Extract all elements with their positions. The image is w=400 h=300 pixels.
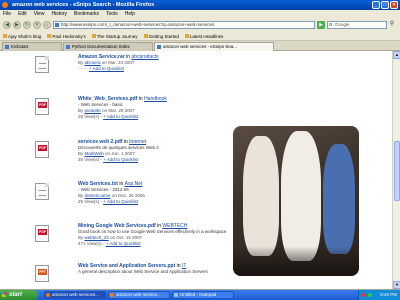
menu-tools[interactable]: Tools <box>106 10 118 18</box>
windows-flag-icon <box>2 292 7 297</box>
address-bar[interactable]: http://www.esnips.com/_t_/amazon+web+ser… <box>53 21 315 29</box>
add-to-quicklist-link[interactable]: + Add to Quicklist <box>89 66 124 71</box>
menu-file[interactable]: File <box>3 10 11 18</box>
close-button[interactable]: × <box>390 1 398 9</box>
list-item: PDF White_Web_Services.pdf in Handbook -… <box>35 96 335 128</box>
bookmark-icon <box>143 34 148 38</box>
document-icon <box>35 56 49 73</box>
site-favicon-icon <box>55 23 59 27</box>
forward-button[interactable]: ▶ <box>13 21 21 29</box>
bookmark-icon <box>47 34 52 38</box>
bookmark-item[interactable]: Paul Hedonsky's <box>47 34 86 39</box>
document-icon <box>35 183 49 200</box>
tray-icon[interactable] <box>368 293 372 297</box>
menu-view[interactable]: View <box>34 10 45 18</box>
scrollbar-thumb[interactable] <box>394 141 400 201</box>
tab-esnips-search[interactable]: amazon web services - eSnips Sea... <box>154 42 274 51</box>
tab-favicon-icon <box>5 45 9 49</box>
window-titlebar: amazon web services - eSnips Search - Mo… <box>0 0 400 10</box>
taskbar-window-button[interactable]: amazon web services... <box>44 291 106 299</box>
result-description: A general description about Web Service … <box>78 269 208 274</box>
stop-button[interactable]: ✕ <box>33 21 41 29</box>
tab-favicon-icon <box>66 45 70 49</box>
start-button[interactable]: start <box>0 290 38 300</box>
scroll-down-icon[interactable]: ▼ <box>393 281 400 289</box>
bookmark-item[interactable]: Getting Started <box>143 34 179 39</box>
bookmark-item[interactable]: Ajay Shah's blog <box>3 34 41 39</box>
add-to-quicklist-link[interactable]: + Add to Quicklist <box>103 114 138 119</box>
taskbar: start amazon web services... amazon web … <box>0 290 400 300</box>
search-placeholder: Google <box>335 22 350 27</box>
maximize-button[interactable]: □ <box>381 1 389 9</box>
result-user-link[interactable]: puranite <box>85 108 101 113</box>
tab-kickstart[interactable]: Kickstart <box>2 42 62 51</box>
result-user-link[interactable]: abcsera <box>85 60 101 65</box>
result-user-link[interactable]: webtech_22 <box>85 235 109 240</box>
menu-history[interactable]: History <box>51 10 67 18</box>
taskbar-window-button[interactable]: amazon web service... <box>108 291 170 299</box>
page-content: Amazon Service.rar in abcproducts By abc… <box>0 51 392 289</box>
result-category-link[interactable]: abcproducts <box>131 54 158 60</box>
clock: 8:45 PM <box>380 292 397 297</box>
vertical-scrollbar[interactable]: ▲ ▼ <box>392 51 400 289</box>
address-bar-url: http://www.esnips.com/_t_/amazon+web+ser… <box>61 22 215 27</box>
tray-icon[interactable] <box>362 293 366 297</box>
bookmark-icon <box>3 34 7 38</box>
bookmark-item[interactable]: Latest Headlines <box>184 34 223 39</box>
taskbar-window-button[interactable]: Untitled - Notepad <box>172 291 234 299</box>
result-user-link[interactable]: MarkWeb <box>85 151 104 156</box>
system-tray: 8:45 PM <box>358 290 400 300</box>
pdf-icon: PDF <box>35 98 49 115</box>
result-description: Découverte de quelques services Web 2 <box>78 145 159 150</box>
result-description: - Web Services - basic <box>78 102 123 107</box>
home-button[interactable]: ⌂ <box>43 21 51 29</box>
reload-button[interactable]: ↻ <box>23 21 31 29</box>
scroll-up-icon[interactable]: ▲ <box>393 51 400 59</box>
tab-bar: Kickstart Python Documentation Index ama… <box>0 41 400 51</box>
result-description: Good book on how to use Google Web Servi… <box>78 229 227 234</box>
add-to-quicklist-link[interactable]: + Add to Quicklist <box>103 157 138 162</box>
add-to-quicklist-link[interactable]: + Add to Quicklist <box>106 241 141 246</box>
go-button[interactable]: ▶ <box>317 21 325 29</box>
window-controls: _ □ × <box>372 1 398 9</box>
search-input[interactable]: G Google <box>327 21 387 29</box>
add-to-quicklist-link[interactable]: + Add to Quicklist <box>103 199 138 204</box>
result-category-link[interactable]: Handbook <box>144 96 167 102</box>
result-description: - Web Services - 2012.06 <box>78 187 129 192</box>
pdf-icon: PDF <box>35 141 49 158</box>
firefox-icon <box>110 293 114 297</box>
menu-bar: File Edit View History Bookmarks Tools H… <box>0 10 400 18</box>
result-user-link[interactable]: dotnetcourse <box>85 193 111 198</box>
rss-icon <box>184 34 189 38</box>
firefox-icon <box>46 293 50 297</box>
minimize-button[interactable]: _ <box>372 1 380 9</box>
bookmarks-toolbar: Ajay Shah's blog Paul Hedonsky's The Sta… <box>0 32 400 41</box>
search-button[interactable]: ⚲ <box>388 21 396 29</box>
bookmark-item[interactable]: The Startup Journey <box>91 34 138 39</box>
tab-favicon-icon <box>157 45 161 49</box>
back-button[interactable]: ◀ <box>3 21 11 29</box>
bookmark-icon <box>91 34 96 38</box>
firefox-icon <box>2 2 8 8</box>
tab-python-docs[interactable]: Python Documentation Index <box>63 42 153 51</box>
pdf-icon: PDF <box>35 225 49 242</box>
list-item: Amazon Service.rar in abcproducts By abc… <box>35 54 335 84</box>
menu-bookmarks[interactable]: Bookmarks <box>74 10 99 18</box>
notepad-icon <box>174 293 178 297</box>
ppt-icon: PPT <box>35 265 49 282</box>
window-title: amazon web services - eSnips Search - Mo… <box>12 2 155 8</box>
google-icon: G <box>329 22 333 27</box>
advertisement-photo <box>233 126 359 276</box>
menu-help[interactable]: Help <box>125 10 135 18</box>
menu-edit[interactable]: Edit <box>18 10 27 18</box>
